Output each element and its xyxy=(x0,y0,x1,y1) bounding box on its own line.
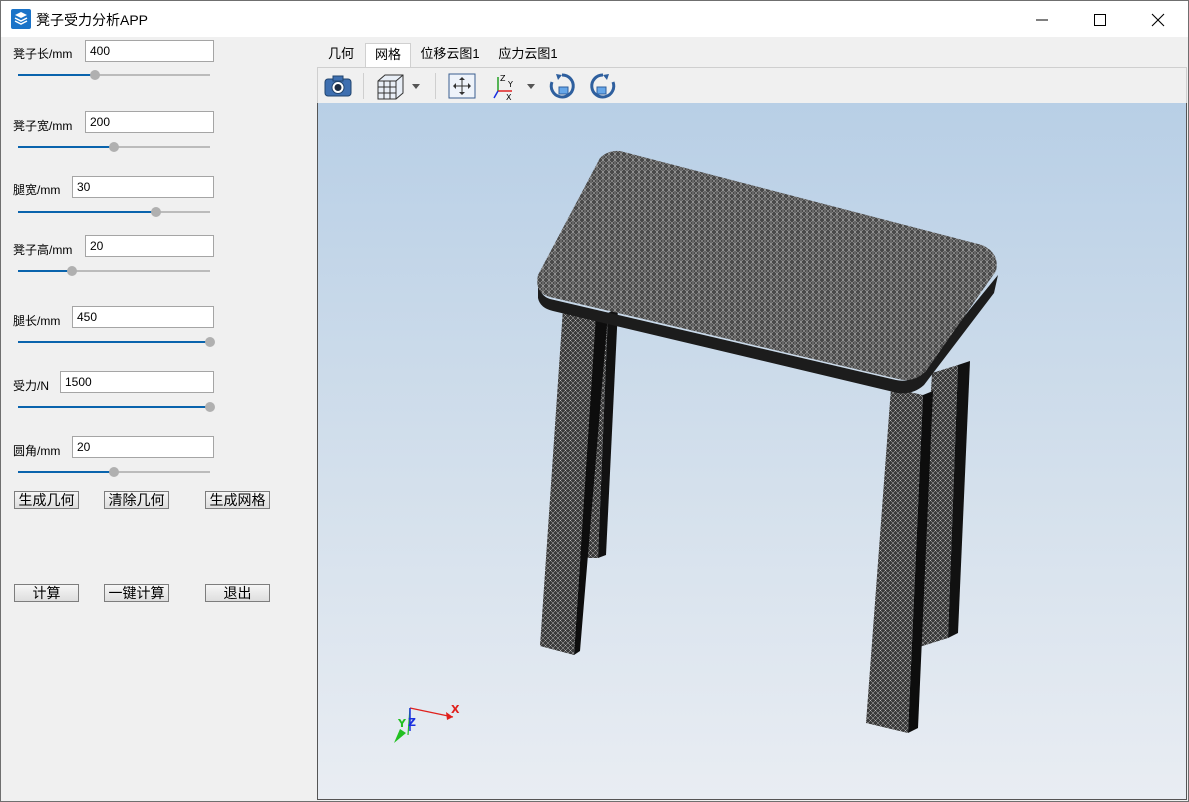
view-cube-icon xyxy=(377,74,420,100)
title-bar: 凳子受力分析APP xyxy=(1,1,1188,37)
fillet-slider[interactable] xyxy=(18,466,210,478)
one-click-calculate-button[interactable]: 一键计算 xyxy=(104,584,169,602)
param-label-leg-length: 腿长/mm xyxy=(13,314,61,328)
fit-view-icon xyxy=(448,73,476,99)
axes-orientation-dropdown[interactable]: Z Y X xyxy=(490,71,540,102)
param-label-leg-width: 腿宽/mm xyxy=(13,183,61,197)
stool-height-slider[interactable] xyxy=(18,265,210,277)
stool-width-input[interactable]: 200 xyxy=(85,111,214,133)
param-label-fillet: 圆角/mm xyxy=(13,444,61,458)
generate-mesh-button[interactable]: 生成网格 xyxy=(205,491,270,509)
stool-mesh-model: X Y Z xyxy=(394,150,998,743)
app-window: 凳子受力分析APP 凳子长/mm 400 凳子宽/mm 200 腿宽/mm 30… xyxy=(0,0,1189,802)
close-icon xyxy=(1151,13,1165,27)
minimize-icon xyxy=(1036,19,1048,21)
clear-geometry-button[interactable]: 清除几何 xyxy=(104,491,169,509)
axis-triad: X Y Z xyxy=(394,703,460,743)
axes-orientation-icon: Z Y X xyxy=(493,74,535,102)
force-input[interactable]: 1500 xyxy=(60,371,214,393)
maximize-button[interactable] xyxy=(1071,1,1129,37)
fillet-input[interactable]: 20 xyxy=(72,436,214,458)
stool-height-input[interactable]: 20 xyxy=(85,235,214,257)
fit-view-button[interactable] xyxy=(447,71,477,101)
rotate-ccw-button[interactable] xyxy=(588,71,618,101)
stool-length-input[interactable]: 400 xyxy=(85,40,214,62)
tab-geometry[interactable]: 几何 xyxy=(321,43,361,67)
generate-geometry-button[interactable]: 生成几何 xyxy=(14,491,79,509)
tab-mesh[interactable]: 网格 xyxy=(365,43,411,68)
view-cube-dropdown[interactable] xyxy=(375,71,425,101)
minimize-button[interactable] xyxy=(1013,1,1071,37)
3d-viewport[interactable]: X Y Z xyxy=(317,103,1187,800)
axis-y-label: Y xyxy=(397,717,407,730)
rotate-cw-button[interactable] xyxy=(547,71,577,101)
front-right-leg xyxy=(866,388,933,733)
tab-displacement-contour[interactable]: 位移云图1 xyxy=(417,43,483,67)
leg-width-slider[interactable] xyxy=(18,206,210,218)
param-label-stool-height: 凳子高/mm xyxy=(13,243,73,257)
app-icon xyxy=(11,9,31,29)
exit-button[interactable]: 退出 xyxy=(205,584,270,602)
parameter-panel: 凳子长/mm 400 凳子宽/mm 200 腿宽/mm 30 凳子高/mm 20… xyxy=(1,37,311,801)
leg-width-input[interactable]: 30 xyxy=(72,176,214,198)
param-label-stool-length: 凳子长/mm xyxy=(13,47,73,61)
param-label-force: 受力/N xyxy=(13,379,50,393)
axis-z-label: Z xyxy=(408,716,416,729)
maximize-icon xyxy=(1094,14,1106,26)
svg-text:Z: Z xyxy=(500,74,506,83)
tab-stress-contour[interactable]: 应力云图1 xyxy=(495,43,561,67)
camera-icon xyxy=(324,75,352,97)
stool-length-slider[interactable] xyxy=(18,69,210,81)
param-label-stool-width: 凳子宽/mm xyxy=(13,119,73,133)
svg-text:X: X xyxy=(506,93,512,101)
stool-width-slider[interactable] xyxy=(18,141,210,153)
axis-x-label: X xyxy=(451,703,460,716)
window-title: 凳子受力分析APP xyxy=(36,12,149,28)
screenshot-button[interactable] xyxy=(323,71,353,101)
leg-length-input[interactable]: 450 xyxy=(72,306,214,328)
rotate-cw-icon xyxy=(549,73,575,99)
calculate-button[interactable]: 计算 xyxy=(14,584,79,602)
leg-length-slider[interactable] xyxy=(18,336,215,348)
force-slider[interactable] xyxy=(18,401,215,413)
svg-text:Y: Y xyxy=(507,80,513,89)
view-panel: 几何 网格 位移云图1 应力云图1 Z Y X X Y Z xyxy=(317,37,1187,801)
close-button[interactable] xyxy=(1129,1,1187,37)
rotate-ccw-icon xyxy=(590,73,616,99)
view-toolbar: Z Y X xyxy=(317,67,1187,105)
